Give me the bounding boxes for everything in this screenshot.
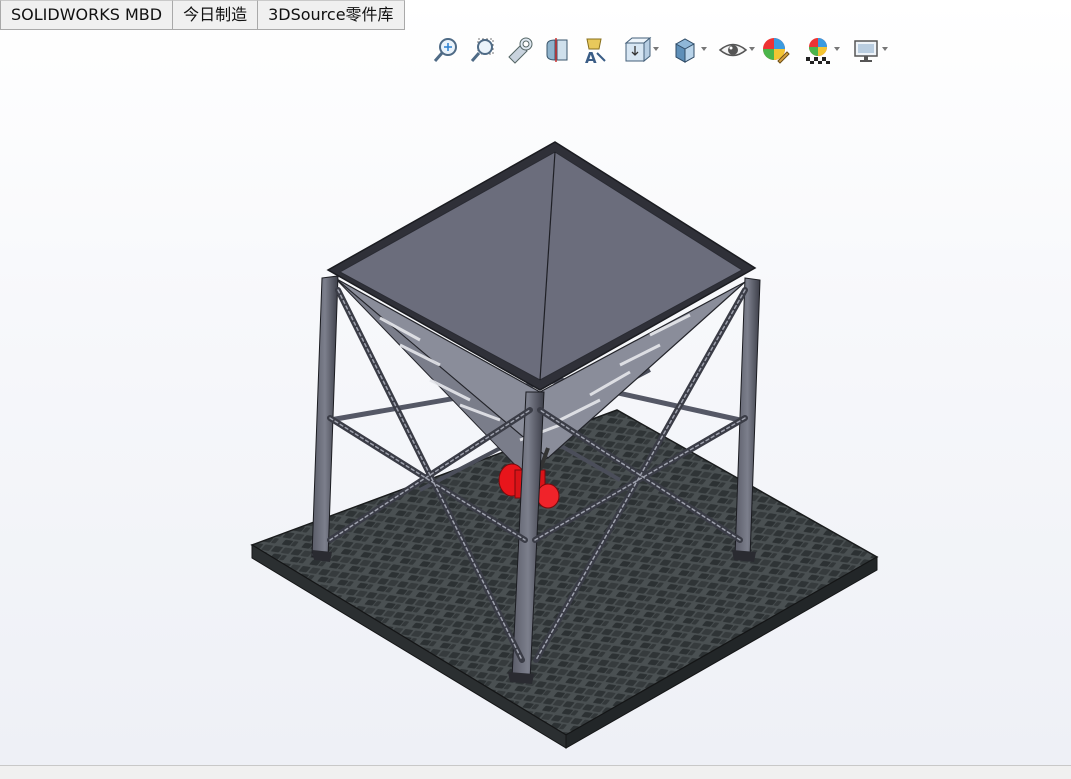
view-orientation-icon — [624, 36, 652, 63]
dynamic-annotation-views-button[interactable]: A — [578, 34, 610, 66]
zoom-to-area-button[interactable] — [467, 34, 499, 66]
hide-show-items-icon — [718, 43, 748, 57]
dynamic-annotation-views-icon: A — [585, 38, 606, 65]
chevron-down-icon — [653, 47, 659, 51]
tab-solidworks-mbd[interactable]: SOLIDWORKS MBD — [0, 0, 174, 30]
paving-slab — [250, 409, 879, 749]
zoom-to-area-icon — [470, 38, 494, 62]
view-settings-button[interactable] — [844, 34, 888, 66]
previous-view-button[interactable] — [504, 34, 536, 66]
command-manager-tabs: SOLIDWORKS MBD 今日制造 3DSource零件库 — [0, 0, 405, 30]
tab-today-manufacturing[interactable]: 今日制造 — [173, 0, 259, 30]
hopper-top — [326, 141, 757, 391]
3d-model-hopper-assembly[interactable] — [0, 0, 1071, 765]
zoom-to-fit-icon — [433, 38, 457, 62]
edit-appearance-icon — [763, 38, 790, 64]
section-view-button[interactable] — [541, 34, 573, 66]
apply-scene-icon — [806, 38, 830, 64]
chevron-down-icon — [701, 47, 707, 51]
status-bar — [0, 765, 1071, 779]
graphics-area[interactable]: SOLIDWORKS MBD 今日制造 3DSource零件库 A — [0, 0, 1071, 765]
chevron-down-icon — [834, 47, 840, 51]
heads-up-view-toolbar: A — [430, 34, 892, 66]
display-style-icon — [675, 38, 695, 63]
hide-show-items-button[interactable] — [711, 34, 755, 66]
zoom-to-fit-button[interactable] — [430, 34, 462, 66]
display-style-button[interactable] — [663, 34, 707, 66]
chevron-down-icon — [749, 47, 755, 51]
chevron-down-icon — [882, 47, 888, 51]
apply-scene-button[interactable] — [796, 34, 840, 66]
view-settings-icon — [854, 40, 878, 62]
previous-view-icon — [508, 37, 533, 64]
view-orientation-button[interactable] — [615, 34, 659, 66]
tab-3dsource-parts-library[interactable]: 3DSource零件库 — [258, 0, 405, 30]
section-view-icon — [546, 38, 568, 62]
svg-text:A: A — [585, 49, 597, 65]
edit-appearance-button[interactable] — [759, 34, 791, 66]
